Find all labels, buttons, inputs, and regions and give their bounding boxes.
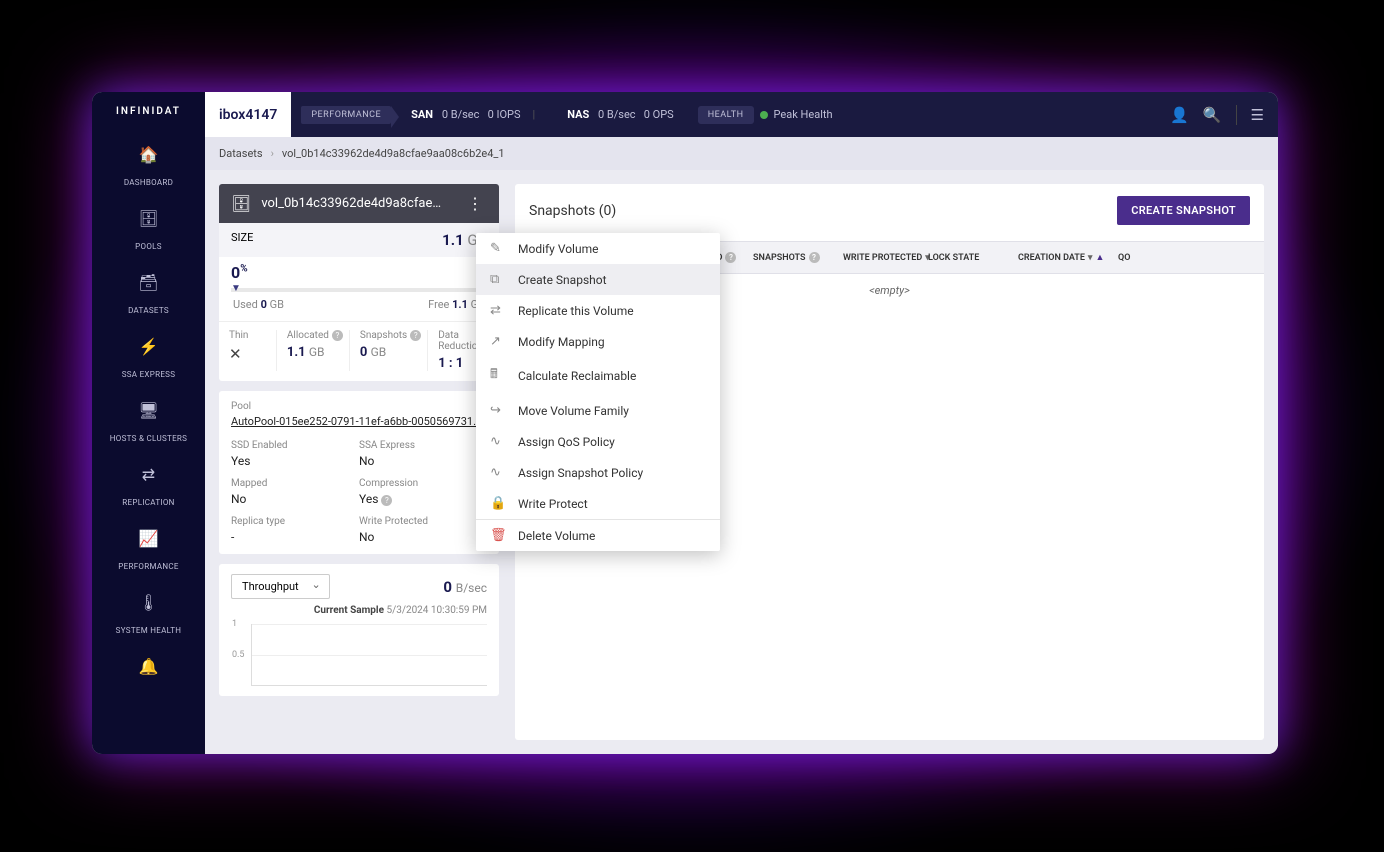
menu-item-label: Assign Snapshot Policy [518,466,643,480]
volume-header: 🗄 vol_0b14c33962de4d9a8cfae… ⋮ [219,184,499,223]
menu-item-label: Write Protect [518,497,588,511]
column-header[interactable]: SNAPSHOTS ? [745,242,835,273]
menu-item-icon: ✎ [490,241,508,256]
snapshots-title: Snapshots (0) [529,203,616,219]
help-icon[interactable]: ? [809,252,820,263]
menu-item-modify-mapping[interactable]: ↗ Modify Mapping [476,326,720,357]
sidebar-icon: 🗃 [110,273,187,292]
sidebar-item-dashboard[interactable]: 🏠 DASHBOARD [106,135,191,199]
sidebar-label: SSA EXPRESS [122,370,176,379]
volume-actions-button[interactable]: ⋮ [463,194,487,213]
sidebar-icon: 🌡 [110,593,187,612]
menu-item-modify-volume[interactable]: ✎ Modify Volume [476,233,720,264]
health-status-text: Peak Health [774,108,833,121]
sidebar-item-hosts-clusters[interactable]: 🖥 HOSTS & CLUSTERS [106,391,191,455]
sidebar-item-ssa-express[interactable]: ⚡ SSA EXPRESS [106,327,191,391]
menu-item-label: Replicate this Volume [518,304,634,318]
sidebar-icon: 📈 [110,529,187,548]
sidebar-label: PERFORMANCE [118,562,178,571]
sidebar-item-replication[interactable]: ⇄ REPLICATION [106,455,191,519]
volume-name: vol_0b14c33962de4d9a8cfae… [261,196,463,211]
menu-item-icon: ⇄ [490,303,508,318]
sidebar-icon: 🖥 [110,401,187,420]
sidebar-icon: 🏠 [110,145,187,164]
sidebar-label: DASHBOARD [124,178,173,187]
sidebar-icon: 🗄 [110,209,187,228]
menu-icon[interactable]: ☰ [1251,106,1264,124]
menu-item-move-volume-family[interactable]: ↪ Move Volume Family [476,395,720,426]
search-icon[interactable]: 🔍 [1203,106,1222,124]
info-card: Pool AutoPool-015ee252-0791-11ef-a6bb-00… [219,391,499,554]
brand-logo: INFINIDAT [116,92,181,135]
system-name[interactable]: ibox4147 [205,92,291,137]
column-header[interactable]: CREATION DATE ▾ ▲ [1010,242,1110,273]
context-menu: ✎ Modify Volume ⧉ Create Snapshot ⇄ Replicate… [476,233,720,551]
sidebar-icon: ⚡ [110,337,187,356]
menu-item-label: Assign QoS Policy [518,435,615,449]
health-badge[interactable]: HEALTH [698,106,754,124]
menu-item-label: Calculate Reclaimable [518,369,636,383]
san-metrics: SAN 0 B/sec 0 IOPS [411,108,520,121]
menu-item-icon: ⧉ [490,272,508,287]
sidebar-item-datasets[interactable]: 🗃 DATASETS [106,263,191,327]
help-icon[interactable]: ? [725,252,736,263]
metric-select[interactable]: Throughput [231,574,330,599]
menu-item-calculate-reclaimable[interactable]: 🖩 Calculate Reclaimable [476,357,720,395]
breadcrumb-root[interactable]: Datasets [219,147,263,160]
help-icon[interactable]: ? [332,330,343,341]
pool-link[interactable]: AutoPool-015ee252-0791-11ef-a6bb-0050569… [231,415,487,428]
topbar: ibox4147 PERFORMANCE SAN 0 B/sec 0 IOPS … [205,92,1278,137]
sidebar-label: POOLS [135,242,162,251]
create-snapshot-button[interactable]: CREATE SNAPSHOT [1117,196,1250,225]
menu-item-create-snapshot[interactable]: ⧉ Create Snapshot [476,264,720,295]
menu-item-assign-snapshot-policy[interactable]: ∿ Assign Snapshot Policy [476,457,720,488]
help-icon[interactable]: ? [381,495,392,506]
performance-badge[interactable]: PERFORMANCE [301,106,391,124]
menu-item-icon: 🗑 [490,528,508,543]
volume-icon: 🗄 [231,194,251,213]
sidebar-label: SYSTEM HEALTH [116,626,182,635]
menu-item-icon: ↗ [490,334,508,349]
chart-card: Throughput 0 B/sec Current Sample 5/3/20… [219,564,499,696]
sidebar-item-system-health[interactable]: 🌡 SYSTEM HEALTH [106,583,191,647]
menu-item-label: Create Snapshot [518,273,607,287]
menu-item-icon: ∿ [490,465,508,480]
menu-item-label: Move Volume Family [518,404,629,418]
sidebar-icon: 🔔 [110,657,187,676]
menu-item-label: Modify Mapping [518,335,605,349]
sidebar-item-alerts[interactable]: 🔔 [106,647,191,692]
sort-asc-icon: ▲ [1095,252,1104,263]
column-header[interactable]: QO [1110,242,1150,273]
health-status-dot [760,111,768,119]
menu-item-icon: ↪ [490,403,508,418]
sidebar: INFINIDAT 🏠 DASHBOARD 🗄 POOLS 🗃 DATASETS ⚡ SSA … [92,92,205,754]
menu-item-assign-qos-policy[interactable]: ∿ Assign QoS Policy [476,426,720,457]
column-header[interactable]: LOCK STATE [920,242,1010,273]
chart-area: 1 0.5 [251,624,487,686]
sidebar-item-pools[interactable]: 🗄 POOLS [106,199,191,263]
filter-icon[interactable]: ▾ [1088,253,1093,263]
help-icon[interactable]: ? [410,330,421,341]
menu-item-icon: 🔒 [490,496,508,511]
menu-item-icon: ∿ [490,434,508,449]
user-icon[interactable]: 👤 [1170,106,1189,124]
sidebar-label: DATASETS [128,306,169,315]
thin-off-icon: ✕ [229,345,270,363]
sidebar-item-performance[interactable]: 📈 PERFORMANCE [106,519,191,583]
menu-item-icon: 🖩 [490,365,508,387]
nas-metrics: NAS 0 B/sec 0 OPS [567,108,673,121]
menu-item-replicate-this-volume[interactable]: ⇄ Replicate this Volume [476,295,720,326]
breadcrumb-current: vol_0b14c33962de4d9a8cfae9aa08c6b2e4_1 [282,147,505,160]
size-label: SIZE [231,231,253,249]
column-header[interactable]: WRITE PROTECTED ▾ [835,242,920,273]
breadcrumb: Datasets › vol_0b14c33962de4d9a8cfae9aa0… [205,137,1278,170]
menu-item-label: Delete Volume [518,529,595,543]
menu-item-delete-volume[interactable]: 🗑 Delete Volume [476,520,720,551]
sidebar-label: HOSTS & CLUSTERS [110,434,187,443]
size-card: SIZE 1.1 GB 0% ▼ Used 0 GB Free 1.1 GB T… [219,223,499,381]
menu-item-label: Modify Volume [518,242,598,256]
menu-item-write-protect[interactable]: 🔒 Write Protect [476,488,720,519]
sidebar-icon: ⇄ [110,465,187,484]
sidebar-label: REPLICATION [122,498,174,507]
